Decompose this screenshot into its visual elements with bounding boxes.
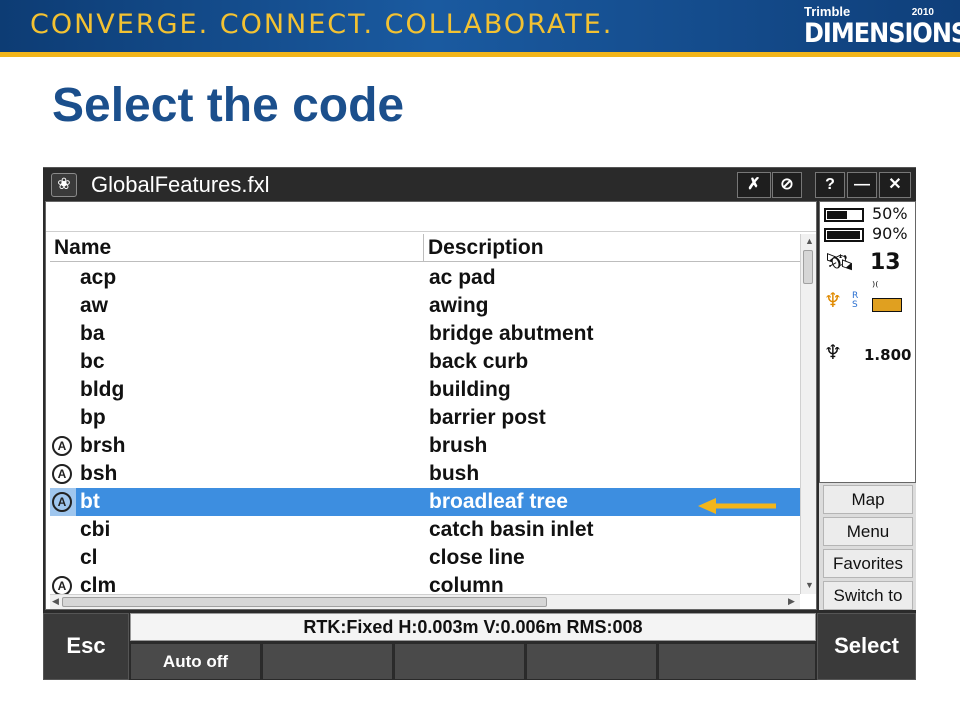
- list-row-bldg[interactable]: bldg building: [50, 376, 800, 404]
- list-row-acp[interactable]: acp ac pad: [50, 264, 800, 292]
- row-code: ba: [80, 322, 105, 345]
- battery-1-level: 50%: [872, 204, 908, 223]
- favorites-button[interactable]: Favorites: [823, 549, 913, 578]
- list-row-bp[interactable]: bp barrier post: [50, 404, 800, 432]
- compass-icon[interactable]: ⊘: [772, 172, 802, 198]
- horizontal-scrollbar[interactable]: ◀ ▶: [50, 594, 800, 609]
- row-description: bridge abutment: [429, 322, 594, 345]
- banner-tagline: CONVERGE. CONNECT. COLLABORATE.: [30, 9, 614, 40]
- list-row-brsh[interactable]: Abrsh brush: [50, 432, 800, 460]
- rtk-status: RTK:Fixed H:0.003m V:0.006m RMS:008: [130, 613, 816, 641]
- app-icon[interactable]: ❀: [51, 173, 77, 197]
- row-code: bsh: [80, 462, 118, 485]
- brand-logo: Trimble 2010 DIMENSIONS: [804, 4, 960, 48]
- row-description: building: [429, 378, 511, 401]
- soft-key-4[interactable]: [526, 643, 657, 680]
- attribute-icon: A: [52, 492, 72, 512]
- scroll-left-icon[interactable]: ◀: [52, 596, 59, 607]
- attribute-icon: A: [52, 436, 72, 456]
- brand-dimensions-text: DIMENSIONS: [804, 17, 960, 49]
- row-code: clm: [80, 574, 117, 594]
- list-row-bt[interactable]: Abt broadleaf tree: [50, 488, 800, 516]
- rover-receiver-icon[interactable]: ♆: [824, 288, 842, 312]
- switch-to-button[interactable]: Switch to: [823, 581, 913, 610]
- vertical-scrollbar[interactable]: ▲ ▼: [800, 234, 816, 594]
- brand-year-text: 2010: [911, 7, 934, 18]
- banner: CONVERGE. CONNECT. COLLABORATE. Trimble …: [0, 0, 960, 56]
- rover-label: R S: [852, 291, 859, 310]
- radio-signal-icon: ⁾⁽: [872, 280, 879, 295]
- row-code: brsh: [80, 434, 126, 457]
- row-code: aw: [80, 294, 109, 317]
- list-row-cbi[interactable]: cbi catch basin inlet: [50, 516, 800, 544]
- list-row-bsh[interactable]: Absh bush: [50, 460, 800, 488]
- row-code: bp: [80, 406, 106, 429]
- attribute-icon: A: [52, 576, 72, 594]
- map-button[interactable]: Map: [823, 485, 913, 514]
- row-code: bt: [80, 490, 100, 513]
- row-description: awing: [429, 294, 489, 317]
- list-row-ba[interactable]: ba bridge abutment: [50, 320, 800, 348]
- battery-1-icon: [824, 208, 864, 222]
- auto-off-button[interactable]: Auto off: [130, 643, 261, 680]
- row-code: bldg: [80, 378, 125, 401]
- row-description: back curb: [429, 350, 529, 373]
- battery-2-level: 90%: [872, 224, 908, 243]
- antenna-icon[interactable]: ♆: [824, 340, 842, 364]
- esc-button[interactable]: Esc: [43, 613, 129, 680]
- pointer-arrow-icon: [698, 498, 776, 514]
- row-description: catch basin inlet: [429, 518, 594, 541]
- menu-button[interactable]: Menu: [823, 517, 913, 546]
- battery-2-icon: [824, 228, 864, 242]
- gps-icon[interactable]: ✗: [737, 172, 771, 198]
- minimize-button[interactable]: —: [847, 172, 877, 198]
- soft-key-5[interactable]: [658, 643, 816, 680]
- code-list-panel: Name Description acp ac pad aw awing ba bridg…: [45, 201, 817, 610]
- satellite-icon[interactable]: 🛰: [824, 248, 854, 276]
- row-description: column: [429, 574, 504, 594]
- list-row-clm[interactable]: Aclm column: [50, 572, 800, 594]
- row-description: bush: [429, 462, 480, 485]
- row-description: ac pad: [429, 266, 496, 289]
- satellite-count: 13: [870, 250, 901, 275]
- slide: CONVERGE. CONNECT. COLLABORATE. Trimble …: [0, 0, 960, 720]
- list-header: Name Description: [50, 234, 815, 262]
- side-buttons: Map Menu Favorites Switch to: [819, 483, 916, 610]
- soft-key-2[interactable]: [262, 643, 393, 680]
- scroll-down-icon[interactable]: ▼: [805, 580, 814, 590]
- radio-icon[interactable]: [872, 298, 902, 312]
- row-code: bc: [80, 350, 105, 373]
- list-row-cl[interactable]: cl close line: [50, 544, 800, 572]
- attribute-icon: A: [52, 464, 72, 484]
- row-description: broadleaf tree: [429, 490, 568, 513]
- horizontal-scroll-thumb[interactable]: [62, 597, 547, 607]
- row-code: acp: [80, 266, 117, 289]
- status-panel: 50% 90% 🛰 13 ♆ R S ⁾⁽ ♆ 1.800: [819, 201, 916, 483]
- column-header-name[interactable]: Name: [50, 234, 424, 262]
- banner-stripe: [0, 52, 960, 57]
- vertical-scroll-thumb[interactable]: [803, 250, 813, 284]
- list-row-bc[interactable]: bc back curb: [50, 348, 800, 376]
- slide-title: Select the code: [52, 79, 405, 132]
- soft-key-3[interactable]: [394, 643, 525, 680]
- window-titlebar: ❀ GlobalFeatures.fxl ✗ ⊘ ? — ✕: [43, 167, 916, 201]
- code-list: acp ac pad aw awing ba bridge abutment bc back …: [50, 264, 800, 594]
- row-description: barrier post: [429, 406, 546, 429]
- help-button[interactable]: ?: [815, 172, 845, 198]
- row-description: brush: [429, 434, 488, 457]
- antenna-height: 1.800: [864, 346, 912, 364]
- scroll-up-icon[interactable]: ▲: [805, 236, 814, 246]
- row-code: cl: [80, 546, 98, 569]
- select-button[interactable]: Select: [817, 613, 916, 680]
- list-row-aw[interactable]: aw awing: [50, 292, 800, 320]
- row-description: close line: [429, 546, 525, 569]
- window-title: GlobalFeatures.fxl: [91, 172, 270, 197]
- column-header-description[interactable]: Description: [424, 234, 804, 262]
- row-code: cbi: [80, 518, 111, 541]
- scroll-right-icon[interactable]: ▶: [788, 596, 795, 607]
- search-input[interactable]: [46, 202, 816, 232]
- device-screen: ❀ GlobalFeatures.fxl ✗ ⊘ ? — ✕ Name Desc…: [43, 167, 916, 680]
- close-button[interactable]: ✕: [879, 172, 911, 198]
